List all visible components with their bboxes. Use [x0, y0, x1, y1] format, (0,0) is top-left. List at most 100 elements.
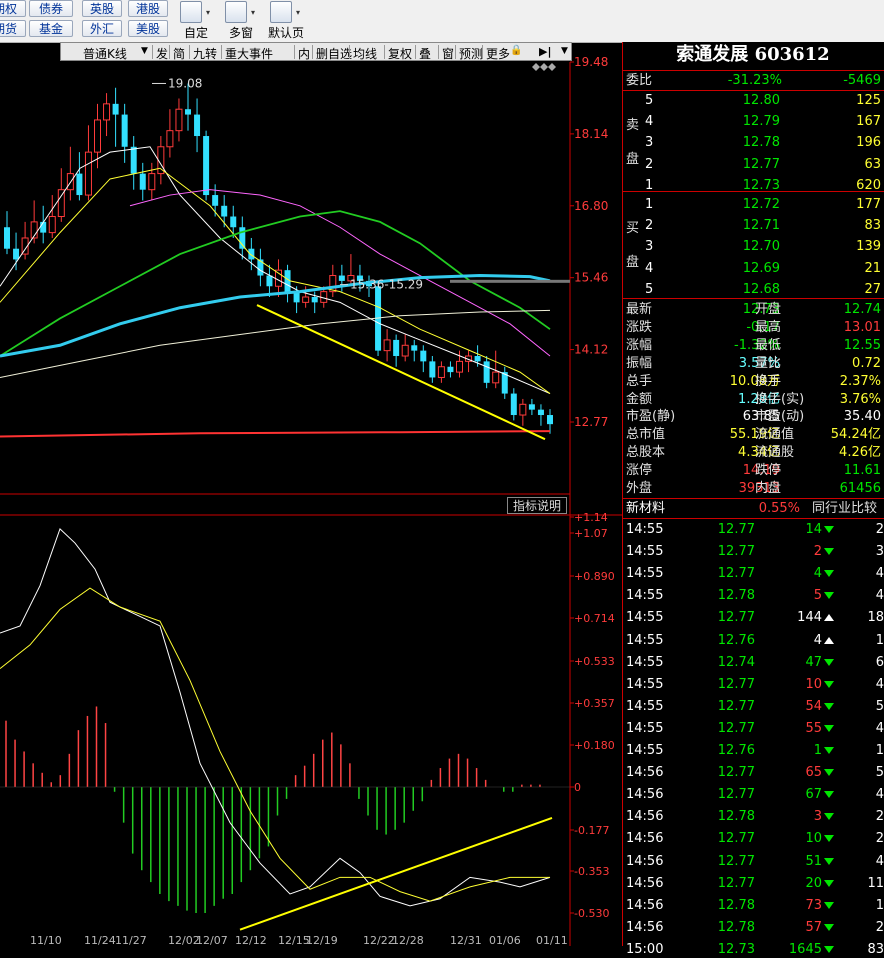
tick-volume: 144	[797, 610, 834, 626]
date-label: 12/19	[306, 934, 338, 946]
market-button-0[interactable]: 期权	[0, 0, 26, 17]
tick-volume-value: 2	[813, 544, 822, 560]
buy-level: 5	[645, 281, 654, 297]
market-button-4[interactable]: 期货	[0, 20, 26, 37]
quote-label: 流通值	[755, 427, 795, 443]
sell-level: 5	[645, 93, 654, 108]
candle-down	[338, 275, 345, 281]
quote-value: 4.26亿	[839, 445, 881, 461]
quote-label: 换手(实)	[755, 391, 805, 407]
candle-up	[492, 371, 500, 384]
tick-volume-value: 54	[805, 698, 822, 714]
candle-down	[447, 366, 454, 373]
tick-volume: 14	[805, 522, 834, 538]
tick-count: 3	[875, 544, 884, 560]
industry-compare-button[interactable]: 同行业比较	[812, 501, 877, 517]
candle-down	[257, 259, 264, 276]
indicator-help-button[interactable]: 指标说明	[507, 497, 567, 514]
sell-price: 12.78	[742, 135, 780, 151]
tick-price: 12.77	[717, 698, 755, 714]
diamond-icon	[548, 63, 556, 71]
chevron-down-icon[interactable]: ▾	[296, 8, 300, 17]
candle-up	[94, 119, 101, 153]
candle-down	[510, 393, 517, 416]
arrow-down-icon	[824, 570, 834, 578]
quote-label: 总手	[626, 373, 653, 389]
kline-chart[interactable]: 19.48 18.14 16.80 15.46 14.12 12.77 19.08 15.36…	[0, 42, 622, 946]
weibi-pct: -31.23%	[727, 73, 782, 88]
candle-up	[437, 366, 445, 378]
market-button-5[interactable]: 基金	[29, 20, 73, 37]
tick-price: 12.76	[717, 743, 755, 758]
chevron-down-icon[interactable]: ▾	[251, 8, 255, 17]
market-button-3[interactable]: 港股	[128, 0, 168, 17]
buy-volume: 83	[864, 218, 881, 234]
macd-axis-label: 0	[574, 781, 581, 794]
panel-divider	[622, 498, 884, 499]
sell-volume: 63	[864, 156, 881, 172]
quote-label: 金额	[626, 391, 653, 407]
quote-label: 最新	[626, 302, 653, 317]
tick-volume-value: 4	[813, 632, 822, 648]
market-button-1[interactable]: 债券	[29, 0, 73, 17]
weibi-value: -5469	[843, 73, 881, 88]
tick-time: 14:56	[626, 809, 664, 825]
tick-count: 4	[875, 566, 884, 582]
arrow-up-icon	[824, 614, 834, 622]
macd-axis-label: +1.07	[574, 527, 608, 540]
default-page-icon[interactable]	[270, 1, 292, 23]
tick-price: 12.77	[717, 875, 755, 891]
multi-window-icon[interactable]	[225, 1, 247, 23]
macd-axis-label: +1.14	[574, 511, 608, 524]
quote-value: 61456	[839, 481, 881, 496]
tick-price: 12.77	[717, 544, 755, 560]
price-axis-label: 19.48	[574, 55, 608, 69]
market-button-2[interactable]: 英股	[82, 0, 122, 17]
price-axis-label: 14.12	[574, 343, 608, 357]
chevron-down-icon[interactable]: ▾	[206, 8, 210, 17]
custom-layout-icon[interactable]	[180, 1, 202, 23]
tick-price: 12.77	[717, 610, 755, 626]
buy-label-bottom: 盘	[626, 255, 640, 270]
tick-volume-value: 20	[805, 875, 822, 891]
tick-time: 14:55	[626, 566, 664, 582]
tick-price: 12.76	[717, 632, 755, 648]
tick-volume-value: 10	[805, 831, 822, 847]
tick-time: 14:55	[626, 698, 664, 714]
sell-level: 3	[645, 135, 654, 151]
arrow-down-icon	[824, 901, 834, 909]
tick-count: 4	[875, 787, 884, 803]
quote-label: 总市值	[626, 427, 666, 443]
macd-trend-line	[239, 816, 553, 931]
tick-volume-value: 73	[805, 897, 822, 913]
industry-pct: 0.55%	[758, 501, 800, 516]
date-label: 12/02	[168, 934, 200, 946]
quote-value: 35.40	[843, 409, 881, 425]
panel-divider	[622, 70, 884, 71]
candle-up	[148, 173, 156, 191]
macd-axis-label: -0.530	[574, 907, 609, 920]
candle-down	[112, 103, 119, 115]
market-button-6[interactable]: 外汇	[82, 20, 122, 37]
tick-volume: 47	[805, 655, 834, 671]
candle-down	[266, 275, 273, 287]
quote-value: 12.55	[843, 337, 881, 353]
tick-count: 11	[867, 875, 884, 891]
tick-price: 12.77	[717, 720, 755, 736]
quote-label: 跌停	[755, 463, 782, 479]
sell-volume: 620	[856, 177, 881, 193]
sell-level: 1	[645, 177, 654, 193]
candle-down	[121, 114, 128, 147]
quote-label: 外盘	[626, 481, 653, 496]
ma20-line	[129, 189, 551, 357]
quote-label: 市盈(静)	[626, 409, 676, 425]
market-button-7[interactable]: 美股	[128, 20, 168, 37]
tick-volume: 55	[805, 721, 834, 737]
quote-label: 市盈(动)	[755, 409, 805, 425]
tick-count: 4	[875, 676, 884, 692]
toolbar-label-0: 自定	[184, 26, 209, 40]
candle-up	[456, 360, 463, 373]
tick-volume: 5	[814, 588, 834, 604]
sell-label-bottom: 盘	[626, 152, 640, 167]
date-label: 12/12	[235, 934, 267, 946]
